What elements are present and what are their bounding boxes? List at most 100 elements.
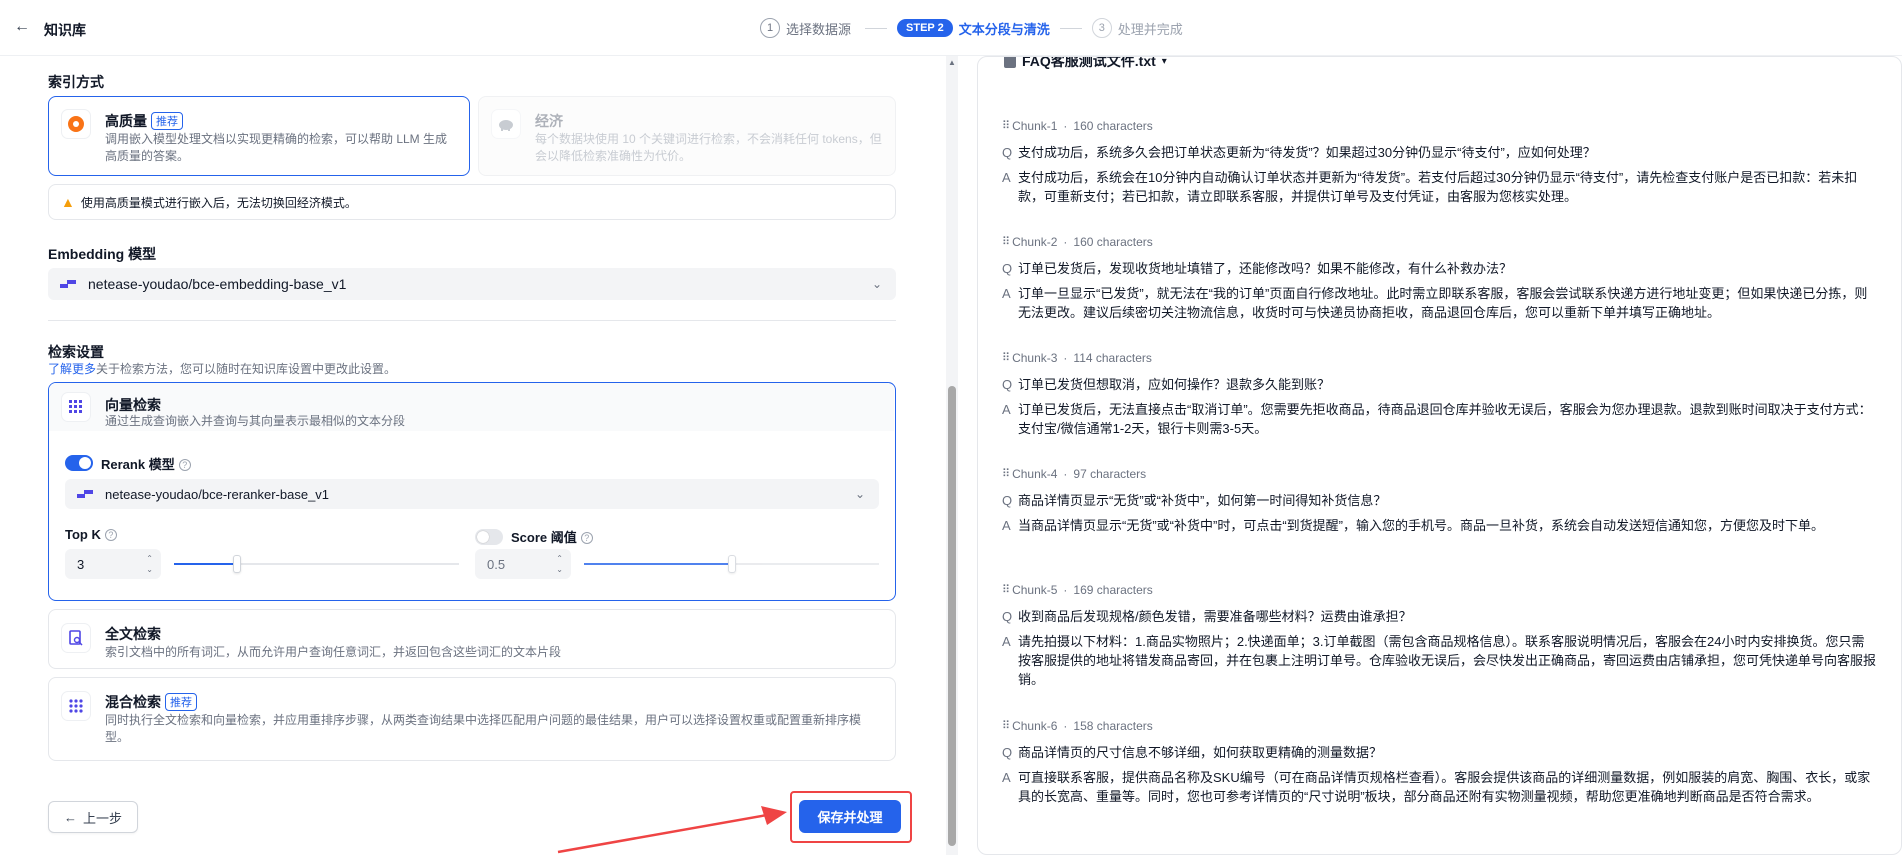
- model-logo-icon: [60, 279, 78, 289]
- vector-search-title: 向量检索: [105, 397, 161, 413]
- chunk-answer: A 订单已发货后，无法直接点击“取消订单”。您需要先拒收商品，待商品退回仓库并验收…: [1002, 402, 1872, 436]
- preview-file-selector[interactable]: FAQ客服测试文件.txt ▾: [1004, 57, 1167, 71]
- file-icon: [1004, 57, 1016, 68]
- score-threshold-value: 0.5: [487, 556, 506, 572]
- top-header: ← 知识库 1 选择数据源 STEP 2 文本分段与清洗 3 处理并完成: [0, 0, 1902, 56]
- chunk-id: Chunk-5: [1012, 582, 1058, 597]
- drag-handle-icon: ⠿: [1002, 584, 1010, 596]
- stepper-icon[interactable]: ⌃ ⌄: [146, 553, 153, 575]
- grid-icon: [61, 392, 91, 422]
- chunk-answer: A 请先拍摄以下材料：1.商品实物照片；2.快递面单；3.订单截图（需包含商品规格…: [1002, 634, 1877, 687]
- embedding-title: Embedding 模型: [48, 246, 157, 262]
- top-k-value: 3: [77, 556, 85, 572]
- score-threshold-toggle[interactable]: [475, 529, 503, 545]
- annotation-arrow-icon: [557, 806, 787, 854]
- step-connector: [865, 27, 888, 29]
- chunk-item: ⠿ Chunk-1 · 160 characters Q 支付成功后，系统多久会把订单状态…: [1002, 117, 1877, 206]
- app-title: 知识库: [44, 22, 86, 38]
- warning-triangle-icon: ▲: [61, 194, 75, 210]
- chunk-id: Chunk-6: [1012, 718, 1058, 733]
- fulltext-search-title: 全文检索: [105, 626, 161, 642]
- chunk-char-count: 160 characters: [1073, 234, 1153, 249]
- help-icon[interactable]: ?: [178, 459, 191, 471]
- chunk-question: Q 商品详情页的尺寸信息不够详细，如何获取更精确的测量数据？: [1002, 745, 1383, 760]
- high-quality-title: 高质量 推荐: [105, 111, 183, 131]
- chunk-question: Q 支付成功后，系统多久会把订单状态更新为“待发货”？如果超过30分钟仍显示“待支…: [1002, 145, 1596, 160]
- score-slider-handle[interactable]: [728, 555, 736, 573]
- chunk-id: Chunk-4: [1012, 466, 1058, 481]
- economy-title: 经济: [535, 113, 563, 129]
- hybrid-search-title: 混合检索 推荐: [105, 692, 197, 712]
- chunk-item: ⠿ Chunk-4 · 97 characters Q 商品详情页显示“无货”或“补货中”…: [1002, 465, 1877, 535]
- top-k-label: Top K?: [65, 527, 117, 542]
- top-k-slider-fill: [174, 563, 237, 565]
- economy-desc: 每个数据块使用 10 个关键词进行检索，不会消耗任何 tokens，但会以降低检…: [535, 132, 882, 163]
- embedding-model-select[interactable]: netease-youdao/bce-embedding-base_v1 ⌄: [48, 268, 896, 300]
- piggy-bank-icon: [491, 109, 521, 139]
- score-threshold-slider[interactable]: [584, 554, 879, 574]
- help-icon[interactable]: ?: [104, 529, 117, 541]
- step-1-label: 选择数据源: [786, 21, 852, 37]
- vector-search-desc: 通过生成查询嵌入并查询与其向量表示最相似的文本分段: [105, 414, 406, 428]
- chunk-id: Chunk-3: [1012, 350, 1058, 365]
- step-3-label: 处理并完成: [1117, 21, 1183, 37]
- chunk-header: ⠿ Chunk-6 · 158 characters: [1002, 718, 1153, 733]
- chevron-down-icon: ⌄: [871, 277, 882, 291]
- chunk-item: ⠿ Chunk-5 · 169 characters Q 收到商品后发现规格/颜色发错，需…: [1002, 581, 1877, 689]
- drag-handle-icon: ⠿: [1002, 236, 1010, 248]
- chunk-question: Q 商品详情页显示“无货”或“补货中”，如何第一时间得知补货信息？: [1002, 493, 1387, 508]
- step-2-pill: STEP 2: [897, 19, 953, 37]
- chunk-char-count: 97 characters: [1073, 466, 1147, 481]
- rerank-model-select[interactable]: netease-youdao/bce-reranker-base_v1 ⌄: [65, 479, 879, 509]
- scroll-up-icon[interactable]: ▲: [948, 58, 956, 67]
- previous-step-button[interactable]: ← 上一步: [48, 801, 138, 833]
- settings-scrollbar[interactable]: ▲: [946, 56, 958, 855]
- chunk-item: ⠿ Chunk-2 · 160 characters Q 订单已发货后，发现收货地址填错了…: [1002, 233, 1877, 322]
- retrieval-hint: 了解更多关于检索方法，您可以随时在知识库设置中更改此设置。: [48, 362, 397, 376]
- model-logo-icon: [77, 489, 95, 499]
- top-k-slider[interactable]: [174, 554, 459, 574]
- chunk-preview-pane: FAQ客服测试文件.txt ▾ ⠿ Chunk-1 · 160 characters Q…: [977, 56, 1902, 855]
- learn-more-link[interactable]: 了解更多: [48, 362, 96, 376]
- stepper-icon[interactable]: ⌃ ⌄: [556, 553, 563, 575]
- chunk-question: Q 订单已发货后，发现收货地址填错了，还能修改吗？如果不能修改，有什么补救办法？: [1002, 261, 1513, 276]
- chunk-question: Q 收到商品后发现规格/颜色发错，需要准备哪些材料？运费由谁承担？: [1002, 609, 1412, 624]
- chunk-header: ⠿ Chunk-1 · 160 characters: [1002, 118, 1153, 133]
- retrieval-title: 检索设置: [48, 344, 104, 360]
- chunk-char-count: 158 characters: [1073, 718, 1153, 733]
- rerank-toggle[interactable]: [65, 455, 93, 471]
- high-quality-option[interactable]: 高质量 推荐 调用嵌入模型处理文档以实现更精确的检索，可以帮助 LLM 生成高质量…: [48, 96, 470, 176]
- warning-banner: ▲ 使用高质量模式进行嵌入后，无法切换回经济模式。: [48, 184, 896, 220]
- arrow-left-icon: ←: [63, 809, 77, 825]
- top-k-slider-handle[interactable]: [233, 555, 241, 573]
- score-threshold-input[interactable]: 0.5 ⌃ ⌄: [475, 549, 571, 579]
- chunk-id: Chunk-2: [1012, 234, 1058, 249]
- drag-handle-icon: ⠿: [1002, 468, 1010, 480]
- fulltext-search-option[interactable]: 全文检索 索引文档中的所有词汇，从而允许用户查询任意词汇，并返回包含这些词汇的文…: [48, 609, 896, 669]
- highlight-box: 保存并处理: [790, 791, 912, 843]
- back-arrow-icon[interactable]: ←: [14, 18, 34, 38]
- step-3-number: 3: [1091, 18, 1112, 38]
- chunk-id: Chunk-1: [1012, 118, 1058, 133]
- document-search-icon: [61, 623, 91, 653]
- settings-pane: 索引方式 高质量 推荐 调用嵌入模型处理文档以实现更精确的检索，可以帮助 LLM …: [0, 56, 945, 855]
- top-k-input[interactable]: 3 ⌃ ⌄: [65, 549, 161, 579]
- step-connector: [1059, 27, 1082, 29]
- vector-search-option[interactable]: 向量检索 通过生成查询嵌入并查询与其向量表示最相似的文本分段 Rerank 模型…: [48, 382, 896, 601]
- chunk-answer: A 支付成功后，系统会在10分钟内自动确认订单状态并更新为“待发货”。若支付后超过…: [1002, 170, 1858, 204]
- drag-handle-icon: ⠿: [1002, 120, 1010, 132]
- drag-handle-icon: ⠿: [1002, 352, 1010, 364]
- help-icon[interactable]: ?: [580, 532, 593, 544]
- scrollbar-thumb[interactable]: [948, 386, 956, 846]
- chunk-char-count: 114 characters: [1073, 350, 1152, 365]
- rerank-label: Rerank 模型?: [101, 454, 191, 473]
- economy-option[interactable]: 经济 每个数据块使用 10 个关键词进行检索，不会消耗任何 tokens，但会以…: [478, 96, 896, 176]
- recommended-badge: 推荐: [151, 112, 183, 130]
- drag-handle-icon: ⠿: [1002, 720, 1010, 732]
- hybrid-search-desc: 同时执行全文检索和向量检索，并应用重排序步骤，从两类查询结果中选择匹配用户问题的…: [105, 713, 862, 744]
- score-threshold-label: Score 阈值?: [511, 527, 593, 546]
- save-and-process-button[interactable]: 保存并处理: [799, 800, 901, 833]
- hybrid-search-option[interactable]: 混合检索 推荐 同时执行全文检索和向量检索，并应用重排序步骤，从两类查询结果中选择…: [48, 677, 896, 761]
- step-2-label: 文本分段与清洗: [958, 21, 1050, 37]
- chunk-header: ⠿ Chunk-2 · 160 characters: [1002, 234, 1153, 249]
